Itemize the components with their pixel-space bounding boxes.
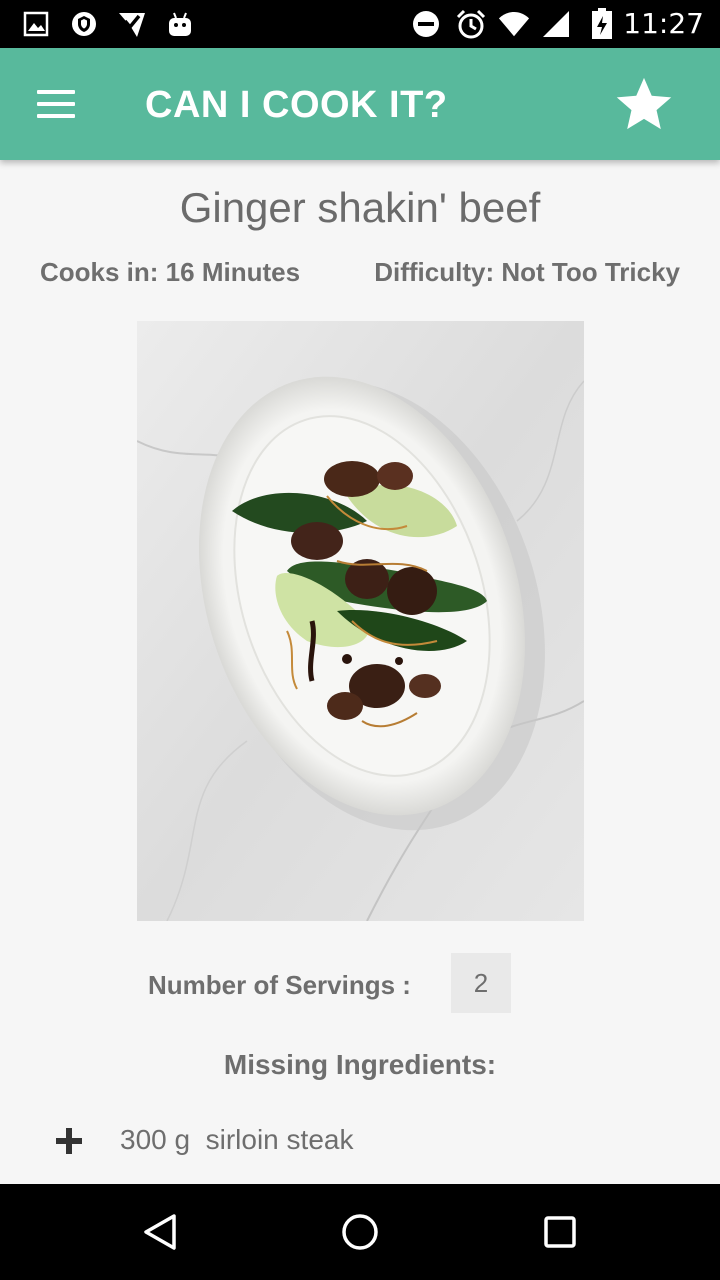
ingredient-text: 300 g sirloin steak	[120, 1124, 354, 1155]
app-title: CAN I COOK IT?	[145, 84, 448, 126]
recipe-title: Ginger shakin' beef	[179, 184, 541, 231]
back-icon[interactable]	[136, 1208, 184, 1256]
list-item: 300 g sirloin steak	[0, 1118, 720, 1162]
difficulty: Difficulty: Not Too Tricky	[374, 257, 680, 287]
app-bar: CAN I COOK IT?	[0, 48, 720, 160]
status-time: 11:27	[623, 7, 704, 40]
home-icon[interactable]	[336, 1208, 384, 1256]
servings-input[interactable]: 2	[451, 953, 511, 1013]
cook-time: Cooks in: 16 Minutes	[40, 257, 301, 287]
alarm-icon	[455, 8, 487, 40]
servings-label: Number of Servings :	[148, 970, 411, 1000]
wifi-icon	[498, 8, 530, 40]
status-bar: 11:27	[0, 0, 720, 48]
android-icon	[164, 8, 196, 40]
hamburger-menu-icon[interactable]	[30, 84, 82, 124]
missing-ingredients-heading: Missing Ingredients:	[223, 1049, 497, 1080]
plus-icon[interactable]	[56, 1128, 82, 1154]
check-icon	[116, 8, 148, 40]
shield-icon	[68, 8, 100, 40]
battery-charging-icon	[586, 8, 618, 40]
navigation-bar	[0, 1184, 720, 1280]
do-not-disturb-icon	[410, 8, 442, 40]
gallery-icon	[20, 8, 52, 40]
recents-icon[interactable]	[536, 1208, 584, 1256]
signal-icon	[540, 8, 572, 40]
favorite-star-icon[interactable]	[612, 72, 676, 136]
recipe-photo	[137, 321, 584, 921]
